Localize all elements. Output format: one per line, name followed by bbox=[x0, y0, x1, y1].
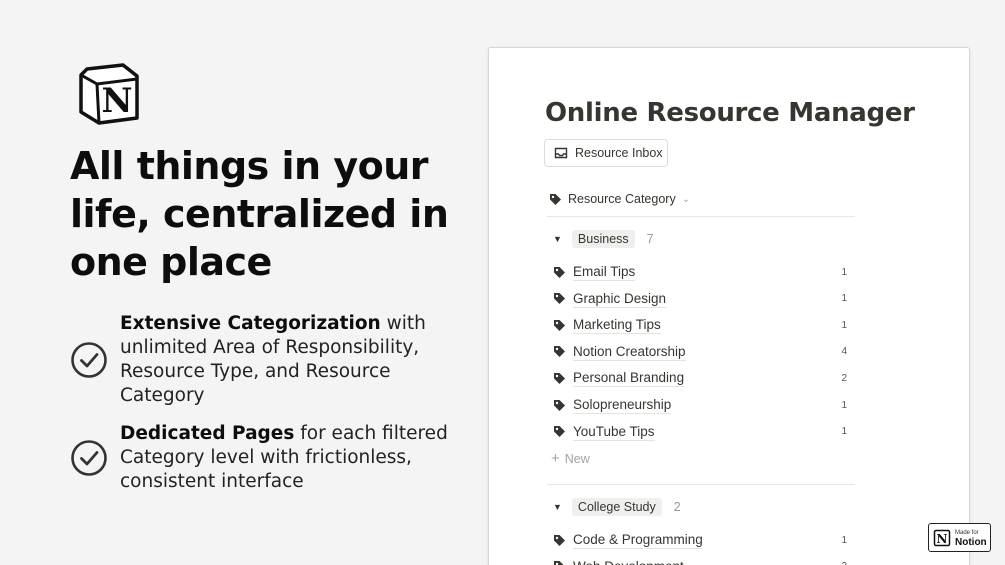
item-count: 1 bbox=[841, 426, 847, 438]
inbox-icon bbox=[554, 147, 568, 159]
plus-icon: + bbox=[551, 450, 560, 467]
list-item[interactable]: Web Development 2 bbox=[553, 557, 847, 565]
item-name: Personal Branding bbox=[573, 370, 685, 388]
page-title: Online Resource Manager bbox=[545, 98, 915, 128]
notion-page-preview: Online Resource Manager Resource Inbox R… bbox=[488, 47, 970, 565]
new-label: New bbox=[564, 451, 590, 466]
list-item[interactable]: Solopreneurship 1 bbox=[553, 395, 847, 415]
item-name: Notion Creatorship bbox=[573, 343, 686, 361]
group-college-study[interactable]: ▼ College Study 2 bbox=[553, 498, 681, 516]
group-tag: Business bbox=[571, 230, 635, 248]
inbox-label: Resource Inbox bbox=[575, 146, 663, 160]
resource-inbox-button[interactable]: Resource Inbox bbox=[544, 139, 668, 167]
chevron-down-icon[interactable]: ⌄ bbox=[682, 194, 690, 205]
item-count: 1 bbox=[841, 319, 847, 331]
divider bbox=[547, 484, 855, 485]
feature-text: Extensive Categorization with unlimited … bbox=[120, 312, 450, 408]
item-name: Code & Programming bbox=[573, 532, 703, 549]
category-header-label: Resource Category bbox=[568, 192, 676, 206]
divider bbox=[547, 216, 855, 217]
feature-title: Dedicated Pages bbox=[120, 423, 295, 444]
list-item[interactable]: Personal Branding 2 bbox=[553, 368, 847, 388]
item-name: Marketing Tips bbox=[573, 317, 661, 335]
group-business[interactable]: ▼ Business 7 bbox=[553, 230, 654, 248]
svg-text:N: N bbox=[101, 81, 132, 121]
item-count: 1 bbox=[841, 293, 847, 305]
headline: All things in your life, centralized in … bbox=[70, 144, 449, 284]
badge-text: Made for Notion bbox=[955, 529, 987, 548]
feature-text: Dedicated Pages for each filtered Catego… bbox=[120, 422, 450, 494]
new-item-button[interactable]: + New bbox=[551, 450, 590, 467]
item-count: 1 bbox=[841, 534, 847, 546]
tag-icon bbox=[554, 293, 565, 305]
tag-icon bbox=[554, 346, 565, 358]
item-count: 2 bbox=[841, 561, 847, 565]
item-name: Solopreneurship bbox=[573, 397, 672, 414]
list-item[interactable]: Notion Creatorship 4 bbox=[553, 342, 847, 362]
notion-logo: N bbox=[77, 62, 141, 126]
tag-icon bbox=[554, 266, 565, 278]
item-name: Graphic Design bbox=[573, 290, 667, 308]
tag-icon bbox=[554, 319, 565, 331]
list-item[interactable]: Graphic Design 1 bbox=[553, 289, 847, 309]
item-name: YouTube Tips bbox=[573, 423, 655, 441]
group-count: 7 bbox=[646, 232, 654, 246]
check-circle-icon bbox=[71, 342, 107, 378]
svg-text:N: N bbox=[937, 532, 948, 546]
feature-dedicated-pages: Dedicated Pages for each filtered Catego… bbox=[70, 422, 450, 494]
tag-icon bbox=[554, 426, 565, 438]
list-item[interactable]: YouTube Tips 1 bbox=[553, 422, 847, 442]
tag-icon bbox=[554, 561, 564, 565]
resource-category-header[interactable]: Resource Category ⌄ bbox=[549, 192, 690, 206]
item-name: Email Tips bbox=[573, 264, 636, 281]
list-item[interactable]: Email Tips 1 bbox=[553, 262, 847, 282]
list-item[interactable]: Code & Programming 1 bbox=[553, 530, 847, 550]
item-count: 2 bbox=[841, 372, 847, 384]
triangle-down-icon[interactable]: ▼ bbox=[553, 502, 562, 512]
feature-title: Extensive Categorization bbox=[120, 313, 381, 334]
tag-icon bbox=[550, 193, 561, 205]
item-count: 1 bbox=[841, 399, 847, 411]
made-for-notion-badge: N Made for Notion bbox=[928, 523, 991, 552]
notion-logo-icon: N bbox=[933, 529, 951, 546]
tag-icon bbox=[554, 372, 565, 384]
group-count: 2 bbox=[673, 500, 681, 514]
item-count: 1 bbox=[841, 266, 847, 278]
badge-big: Notion bbox=[955, 536, 987, 548]
list-item[interactable]: Marketing Tips 1 bbox=[553, 315, 847, 335]
tag-icon bbox=[554, 534, 565, 546]
item-name: Web Development bbox=[573, 558, 684, 565]
triangle-down-icon[interactable]: ▼ bbox=[553, 234, 562, 244]
feature-categorization: Extensive Categorization with unlimited … bbox=[70, 312, 450, 408]
tag-icon bbox=[554, 399, 565, 411]
check-circle-icon bbox=[71, 440, 107, 476]
group-tag: College Study bbox=[571, 498, 662, 516]
item-count: 4 bbox=[841, 346, 847, 358]
